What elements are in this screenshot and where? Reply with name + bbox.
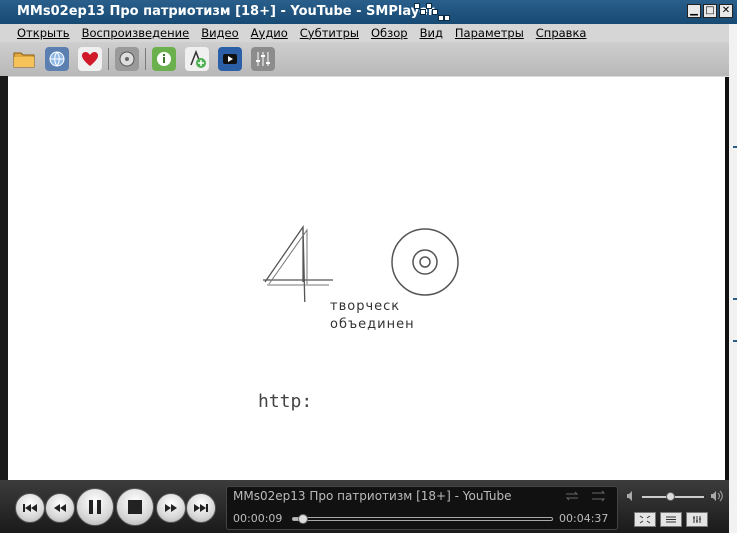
equalizer-button[interactable] <box>686 512 708 527</box>
logo-line-1: творческ <box>330 299 401 314</box>
url-text: http: <box>258 391 313 412</box>
folder-icon[interactable] <box>12 47 36 71</box>
youtube-icon[interactable] <box>218 47 242 71</box>
volume-high-icon <box>711 490 723 502</box>
menu-video[interactable]: Видео <box>195 24 244 42</box>
disc-logo <box>391 228 459 296</box>
logo-line-2: объединен <box>330 317 415 332</box>
elapsed-time: 00:00:09 <box>233 512 283 525</box>
fast-forward-icon <box>165 504 177 512</box>
toolbar-separator <box>145 48 146 70</box>
menu-open[interactable]: Открыть <box>11 24 76 42</box>
logo-number-four <box>263 224 333 302</box>
logo-graphic <box>263 224 459 302</box>
menu-audio[interactable]: Аудио <box>245 24 294 42</box>
shuffle-icon[interactable] <box>591 490 607 502</box>
close-button[interactable]: ✕ <box>719 4 733 18</box>
menu-playback[interactable]: Воспроизведение <box>76 24 196 42</box>
menu-browse[interactable]: Обзор <box>365 24 414 42</box>
rewind-icon <box>54 504 66 512</box>
volume-handle[interactable] <box>665 492 675 501</box>
toolbar <box>0 42 729 76</box>
skip-back-icon <box>23 504 37 512</box>
toolbar-separator <box>108 48 109 70</box>
border-mark <box>733 340 737 342</box>
rewind-button[interactable] <box>45 493 75 523</box>
total-time: 00:04:37 <box>559 512 609 525</box>
logo-caption: творческ объединен <box>330 298 415 334</box>
fullscreen-button[interactable] <box>634 512 656 527</box>
favorites-heart-icon[interactable] <box>78 47 102 71</box>
menu-options[interactable]: Параметры <box>449 24 530 42</box>
playlist-icon <box>666 516 676 523</box>
playlist-add-icon[interactable] <box>185 47 209 71</box>
maximize-button[interactable]: □ <box>703 4 717 18</box>
border-mark <box>733 298 737 300</box>
info-icon[interactable] <box>152 47 176 71</box>
fullscreen-icon <box>639 515 651 524</box>
menu-bar: Открыть Воспроизведение Видео Аудио Субт… <box>0 24 729 42</box>
minimize-button[interactable]: ▁ <box>687 4 701 18</box>
window-title: MMs02ep13 Про патриотизм [18+] - YouTube… <box>17 4 435 19</box>
fast-forward-button[interactable] <box>156 493 186 523</box>
window-right-border <box>729 24 737 533</box>
menu-view[interactable]: Вид <box>414 24 449 42</box>
title-bar[interactable]: MMs02ep13 Про патриотизм [18+] - YouTube… <box>0 0 737 24</box>
video-right-border <box>725 77 729 480</box>
volume-low-icon <box>627 491 632 501</box>
next-button[interactable] <box>186 493 216 523</box>
border-mark <box>733 146 737 148</box>
window-left-border <box>0 76 8 481</box>
pause-icon <box>89 500 101 514</box>
equalizer-small-icon <box>693 516 701 523</box>
globe-icon[interactable] <box>45 47 69 71</box>
disc-icon[interactable] <box>115 47 139 71</box>
playlist-button[interactable] <box>660 512 682 527</box>
menu-help[interactable]: Справка <box>530 24 593 42</box>
seek-bar[interactable] <box>292 517 553 521</box>
pause-button[interactable] <box>76 488 114 526</box>
repeat-icon[interactable] <box>564 490 580 502</box>
stop-button[interactable] <box>116 488 154 526</box>
equalizer-icon[interactable] <box>251 47 275 71</box>
skip-forward-icon <box>194 504 208 512</box>
media-title: MMs02ep13 Про патриотизм [18+] - YouTube <box>233 489 512 503</box>
menu-subtitles[interactable]: Субтитры <box>294 24 365 42</box>
previous-button[interactable] <box>15 493 45 523</box>
stop-icon <box>128 500 142 514</box>
titlebar-decoration <box>414 3 450 21</box>
